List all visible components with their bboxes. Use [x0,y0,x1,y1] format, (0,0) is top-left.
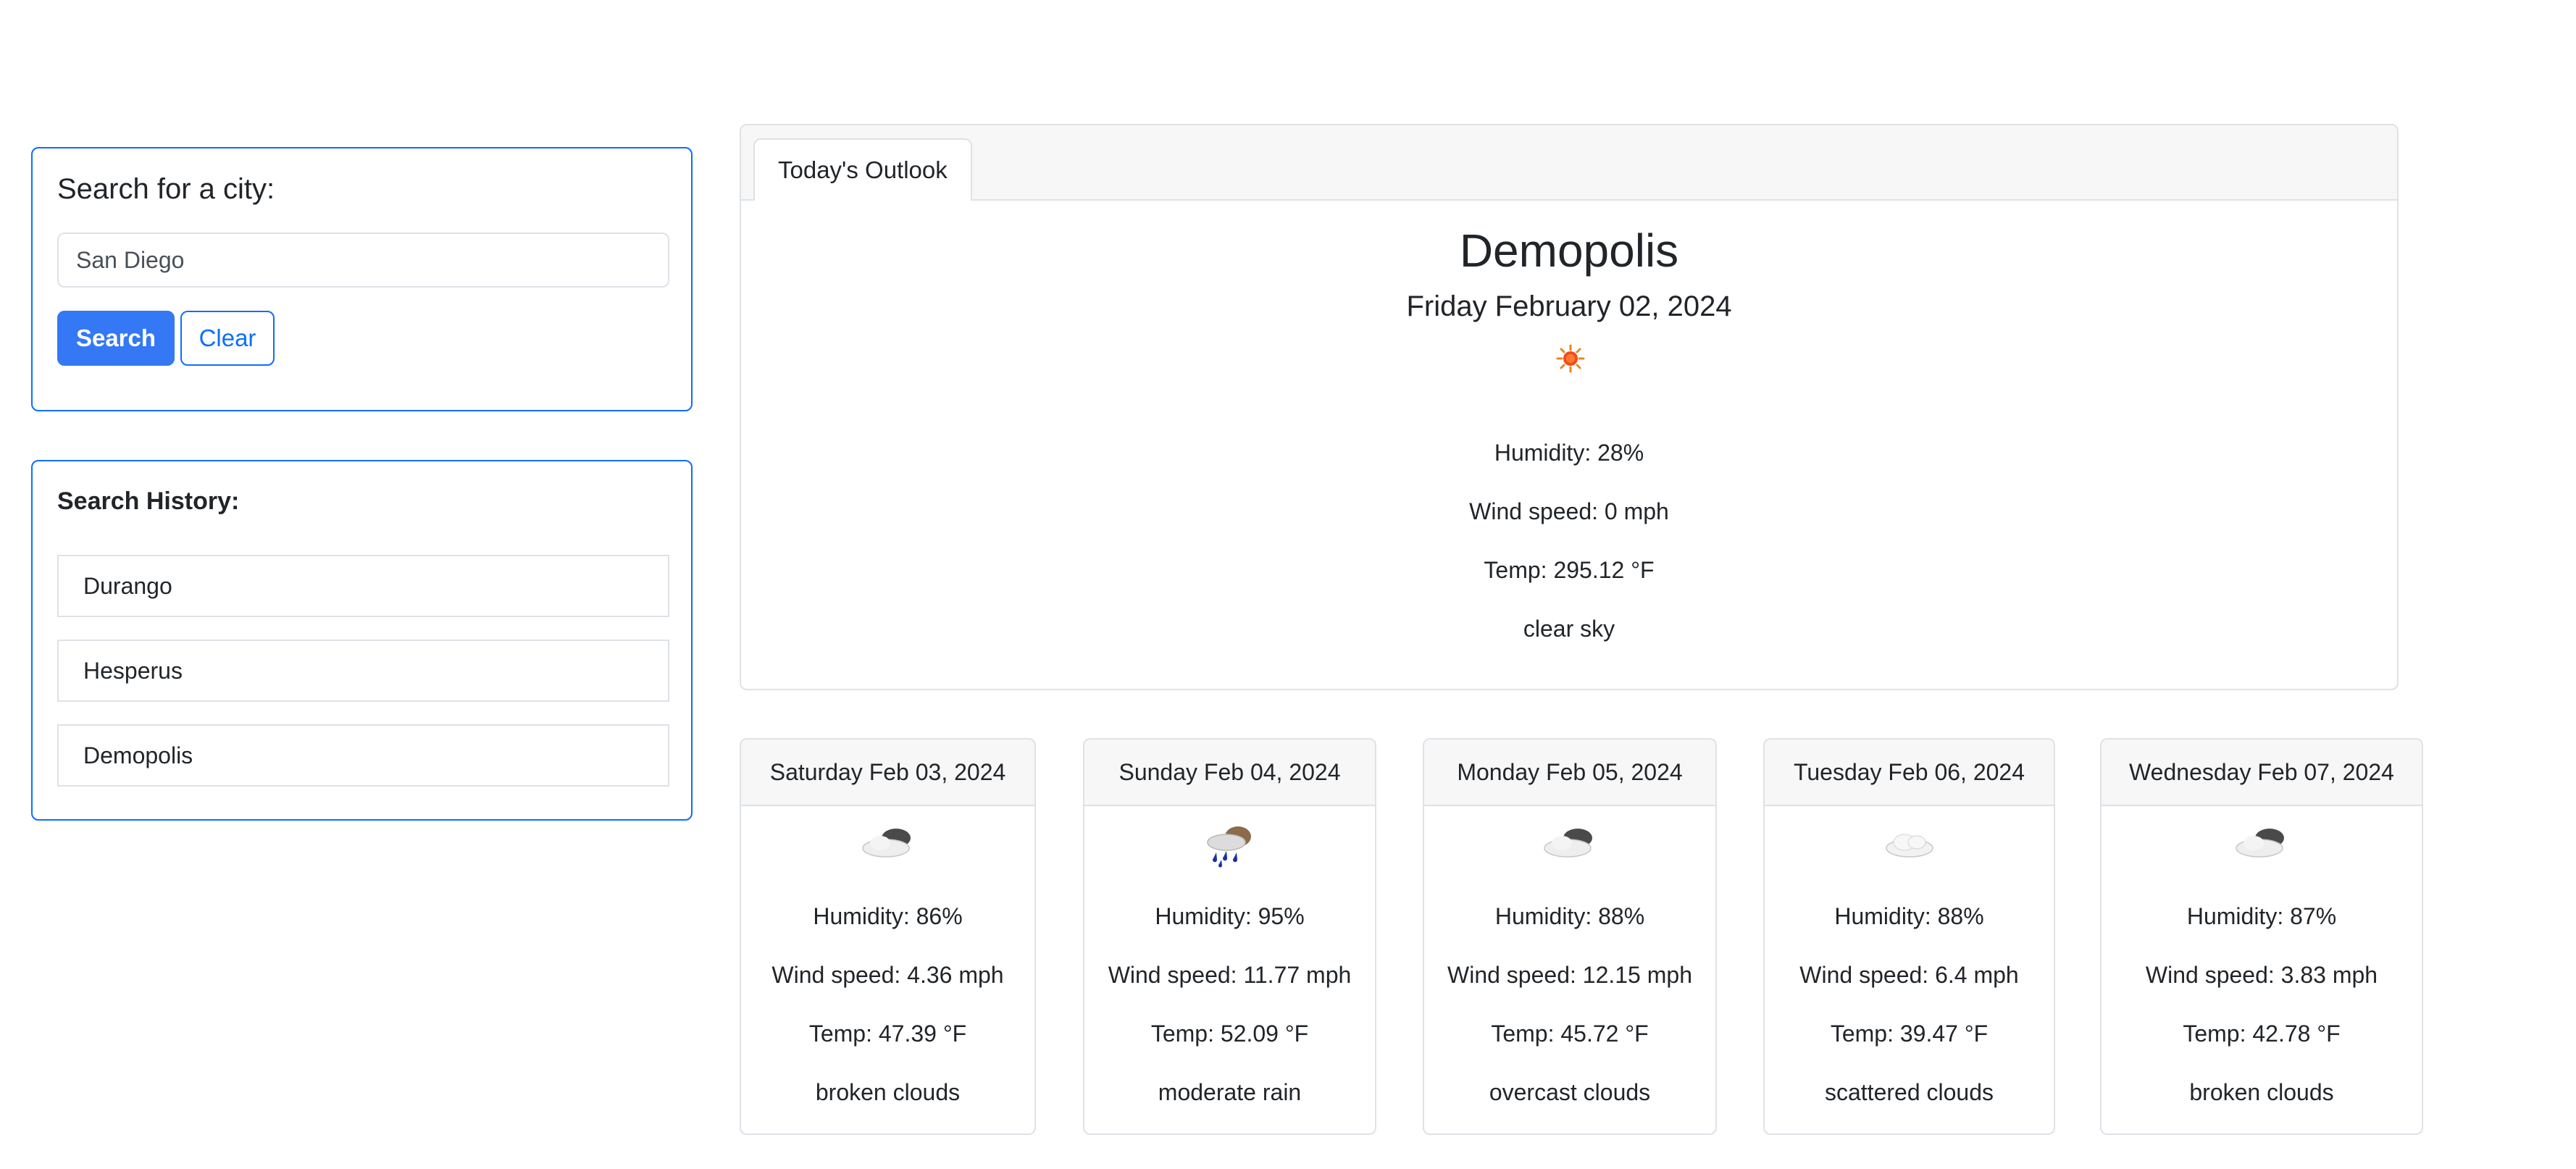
search-panel: Search for a city: Search Clear [31,147,693,411]
weather-description: clear sky [1523,616,1615,642]
forecast-wind-speed: Wind speed: 12.15 mph [1447,962,1692,988]
city-name: Demopolis [1459,225,1679,277]
forecast-temperature: Temp: 52.09 °F [1150,1021,1309,1047]
forecast-description: broken clouds [815,1079,961,1105]
forecast-date: Wednesday Feb 07, 2024 [2102,739,2422,806]
forecast-date: Saturday Feb 03, 2024 [741,739,1034,806]
humidity: Humidity: 28% [1494,440,1644,466]
forecast-humidity: Humidity: 95% [1155,903,1305,929]
forecast-date: Tuesday Feb 06, 2024 [1765,739,2054,806]
forecast-card: Wednesday Feb 07, 2024 Humidity: 87% Win… [2100,738,2423,1135]
forecast-humidity: Humidity: 87% [2186,903,2337,929]
temperature: Temp: 295.12 °F [1484,557,1655,583]
overcast-clouds-icon [1544,829,1592,858]
today-outlook-card: Today's Outlook Demopolis Friday Februar… [740,124,2399,690]
search-title: Search for a city: [57,173,275,205]
forecast-humidity: Humidity: 88% [1834,903,1984,929]
forecast-description: scattered clouds [1824,1079,1994,1105]
forecast-wind-speed: Wind speed: 4.36 mph [771,962,1004,988]
history-title: Search History: [57,487,240,515]
forecast-card: Monday Feb 05, 2024 Humidity: 88% Wind s… [1423,738,1717,1135]
forecast-card: Tuesday Feb 06, 2024 Humidity: 88% Wind … [1763,738,2055,1135]
card-header: Today's Outlook [741,125,2397,201]
search-button[interactable]: Search [57,311,175,366]
forecast-date: Sunday Feb 04, 2024 [1084,739,1375,806]
forecast-wind-speed: Wind speed: 11.77 mph [1108,962,1352,988]
broken-clouds-icon [2236,829,2284,858]
history-item[interactable]: Durango [57,555,669,617]
forecast-temperature: Temp: 45.72 °F [1491,1021,1649,1047]
city-search-input[interactable] [57,232,669,288]
scattered-clouds-icon [1885,834,1933,858]
forecast-humidity: Humidity: 88% [1494,903,1645,929]
forecast-description: broken clouds [2189,1079,2334,1105]
sun-icon [1556,344,1585,373]
search-history-panel: Search History: Durango Hesperus Demopol… [31,460,693,821]
forecast-card: Saturday Feb 03, 2024 Humidity: 86% Wind… [740,738,1036,1135]
forecast-wind-speed: Wind speed: 6.4 mph [1799,962,2019,988]
history-item[interactable]: Hesperus [57,640,669,702]
moderate-rain-icon [1206,826,1251,868]
forecast-wind-speed: Wind speed: 3.83 mph [2145,962,2378,988]
current-date: Friday February 02, 2024 [1406,290,1732,322]
clear-button[interactable]: Clear [180,311,275,366]
forecast-description: overcast clouds [1489,1079,1651,1105]
forecast-temperature: Temp: 42.78 °F [2183,1021,2341,1047]
forecast-humidity: Humidity: 86% [813,903,963,929]
forecast-date: Monday Feb 05, 2024 [1424,739,1715,806]
forecast-temperature: Temp: 47.39 °F [808,1021,967,1047]
tab-todays-outlook[interactable]: Today's Outlook [753,138,972,201]
forecast-description: moderate rain [1158,1079,1302,1105]
broken-clouds-icon [861,829,911,858]
forecast-temperature: Temp: 39.47 °F [1830,1021,1989,1047]
wind-speed: Wind speed: 0 mph [1469,498,1669,524]
history-item[interactable]: Demopolis [57,724,669,787]
forecast-card: Sunday Feb 04, 2024 Humidity: 95% Wind s… [1083,738,1376,1135]
